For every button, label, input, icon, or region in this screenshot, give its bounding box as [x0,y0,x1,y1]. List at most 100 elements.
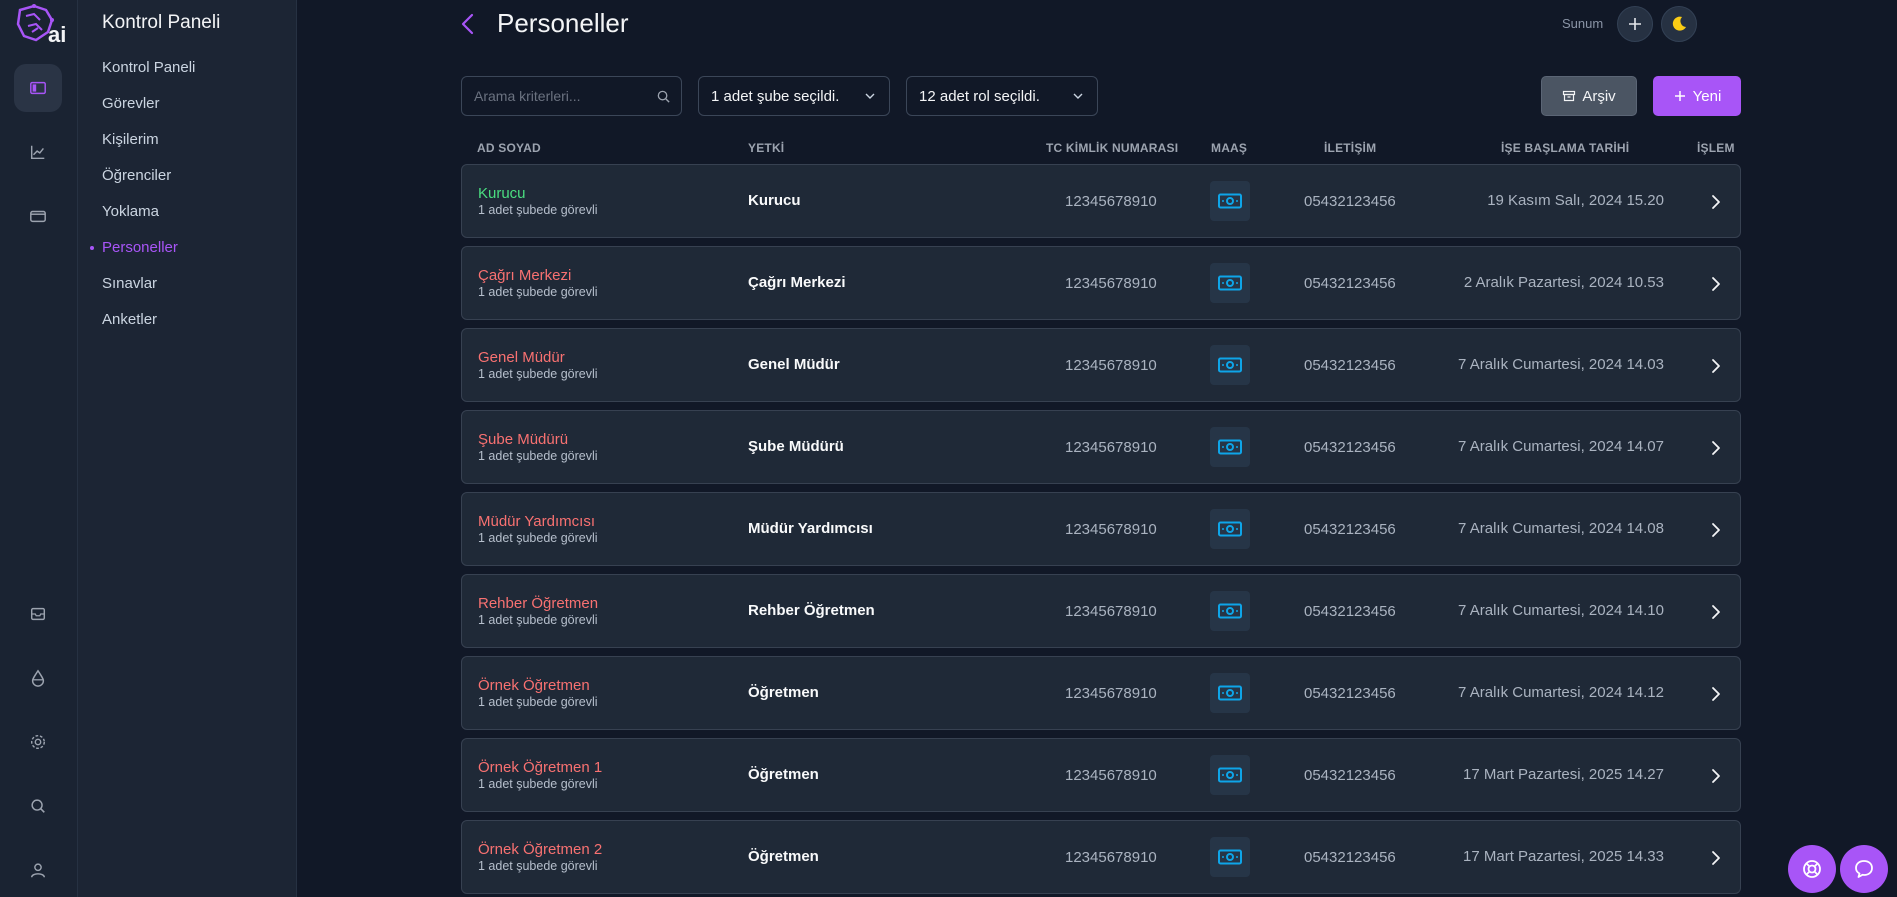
chevron-right-icon[interactable] [1707,521,1725,539]
column-header-start-date[interactable]: İŞE BAŞLAMA TARİHİ [1501,141,1629,155]
logo-text: ai [48,22,67,47]
staff-role: Genel Müdür [748,356,840,373]
table-row[interactable]: Örnek Öğretmen 21 adet şubede görevli Öğr… [461,820,1741,894]
chevron-right-icon[interactable] [1707,767,1725,785]
menu-item-3[interactable]: Öğrenciler [102,165,195,201]
column-header-contact[interactable]: İLETİŞİM [1324,141,1376,155]
icon-rail: ai [0,0,78,897]
staff-branch-count: 1 adet şubede görevli [478,777,598,791]
money-icon [1218,357,1242,373]
salary-button[interactable] [1210,427,1250,467]
help-button[interactable] [1788,845,1836,893]
rail-profile-button[interactable] [14,846,62,894]
table-row[interactable]: Şube Müdürü 1 adet şubede görevli Şube Müd… [461,410,1741,484]
staff-name[interactable]: Rehber Öğretmen [478,595,598,612]
staff-start-date: 7 Aralık Cumartesi, 2024 14.10 [1458,602,1664,619]
staff-branch-count: 1 adet şubede görevli [478,695,598,709]
new-staff-button[interactable]: Yeni [1653,76,1741,116]
menu-item-4[interactable]: Yoklama [102,201,195,237]
role-select[interactable]: 12 adet rol seçildi. [906,76,1098,116]
rail-settings-button[interactable] [14,718,62,766]
staff-start-date: 7 Aralık Cumartesi, 2024 14.08 [1458,520,1664,537]
staff-start-date: 17 Mart Pazartesi, 2025 14.27 [1463,766,1664,783]
chart-icon [30,145,45,160]
rail-theme-button[interactable] [14,654,62,702]
salary-button[interactable] [1210,345,1250,385]
chat-bubble-icon [1855,860,1873,878]
money-icon [1218,767,1242,783]
sidebar-toggle-icon [30,81,46,95]
salary-button[interactable] [1210,509,1250,549]
rail-sidebar-toggle-button[interactable] [14,64,62,112]
chevron-right-icon[interactable] [1707,685,1725,703]
staff-phone: 05432123456 [1304,193,1396,210]
branch-select[interactable]: 1 adet şube seçildi. [698,76,890,116]
staff-role: Öğretmen [748,766,819,783]
column-header-name[interactable]: AD SOYAD [477,141,541,155]
chevron-right-icon[interactable] [1707,275,1725,293]
salary-button[interactable] [1210,263,1250,303]
column-header-tc[interactable]: TC KİMLİK NUMARASI [1046,141,1178,155]
sunum-label[interactable]: Sunum [1562,16,1603,31]
staff-name[interactable]: Müdür Yardımcısı [478,513,595,530]
archive-button[interactable]: Arşiv [1541,76,1637,116]
chevron-down-icon [1073,93,1083,99]
chevron-right-icon[interactable] [1707,439,1725,457]
menu-item-2[interactable]: Kişilerim [102,129,195,165]
staff-name[interactable]: Çağrı Merkezi [478,267,571,284]
search-icon[interactable] [656,89,671,104]
staff-name[interactable]: Örnek Öğretmen 1 [478,759,602,776]
staff-tc-number: 12345678910 [1065,521,1157,538]
menu-sidebar: Kontrol Paneli Kontrol Paneli Görevler Kiş… [78,0,297,897]
menu-item-6[interactable]: Sınavlar [102,273,195,309]
staff-tc-number: 12345678910 [1065,439,1157,456]
chevron-right-icon[interactable] [1707,603,1725,621]
salary-button[interactable] [1210,181,1250,221]
table-row[interactable]: Kurucu 1 adet şubede görevli Kurucu 1234567… [461,164,1741,238]
rail-search-button[interactable] [14,782,62,830]
salary-button[interactable] [1210,591,1250,631]
salary-button[interactable] [1210,837,1250,877]
salary-button[interactable] [1210,673,1250,713]
staff-name[interactable]: Şube Müdürü [478,431,568,448]
staff-phone: 05432123456 [1304,357,1396,374]
user-icon [30,863,46,878]
menu-item-0[interactable]: Kontrol Paneli [102,57,195,93]
add-button[interactable] [1617,6,1653,42]
back-icon[interactable] [458,12,478,36]
staff-role: Müdür Yardımcısı [748,520,873,537]
table-row[interactable]: Örnek Öğretmen 11 adet şubede görevli Öğr… [461,738,1741,812]
staff-name[interactable]: Genel Müdür [478,349,565,366]
menu-item-1[interactable]: Görevler [102,93,195,129]
table-row[interactable]: Çağrı Merkezi 1 adet şubede görevli Çağrı … [461,246,1741,320]
staff-name[interactable]: Örnek Öğretmen [478,677,590,694]
menu-item-5[interactable]: Personeller [89,237,195,273]
rail-reports-button[interactable] [14,128,62,176]
staff-name[interactable]: Örnek Öğretmen 2 [478,841,602,858]
app-logo[interactable]: ai [12,2,66,48]
rail-finance-button[interactable] [14,192,62,240]
chevron-right-icon[interactable] [1707,357,1725,375]
chevron-right-icon[interactable] [1707,193,1725,211]
staff-phone: 05432123456 [1304,603,1396,620]
page-title: Personeller [497,8,629,38]
staff-branch-count: 1 adet şubede görevli [478,285,598,299]
salary-button[interactable] [1210,755,1250,795]
dark-mode-toggle[interactable] [1661,6,1697,42]
table-row[interactable]: Rehber Öğretmen 1 adet şubede görevli Rehb… [461,574,1741,648]
staff-name[interactable]: Kurucu [478,185,526,202]
chevron-right-icon[interactable] [1707,849,1725,867]
chat-button[interactable] [1840,845,1888,893]
search-box [461,76,682,116]
staff-tc-number: 12345678910 [1065,193,1157,210]
rail-inbox-button[interactable] [14,590,62,638]
menu-item-7[interactable]: Anketler [102,309,195,345]
search-input[interactable] [462,77,681,115]
table-row[interactable]: Müdür Yardımcısı 1 adet şubede görevli Müd… [461,492,1741,566]
staff-role: Kurucu [748,192,801,209]
table-row[interactable]: Genel Müdür 1 adet şubede görevli Genel Mü… [461,328,1741,402]
column-header-salary[interactable]: MAAŞ [1211,141,1247,155]
column-header-role[interactable]: YETKİ [748,141,784,155]
money-icon [1218,275,1242,291]
table-row[interactable]: Örnek Öğretmen 1 adet şubede görevli Öğret… [461,656,1741,730]
